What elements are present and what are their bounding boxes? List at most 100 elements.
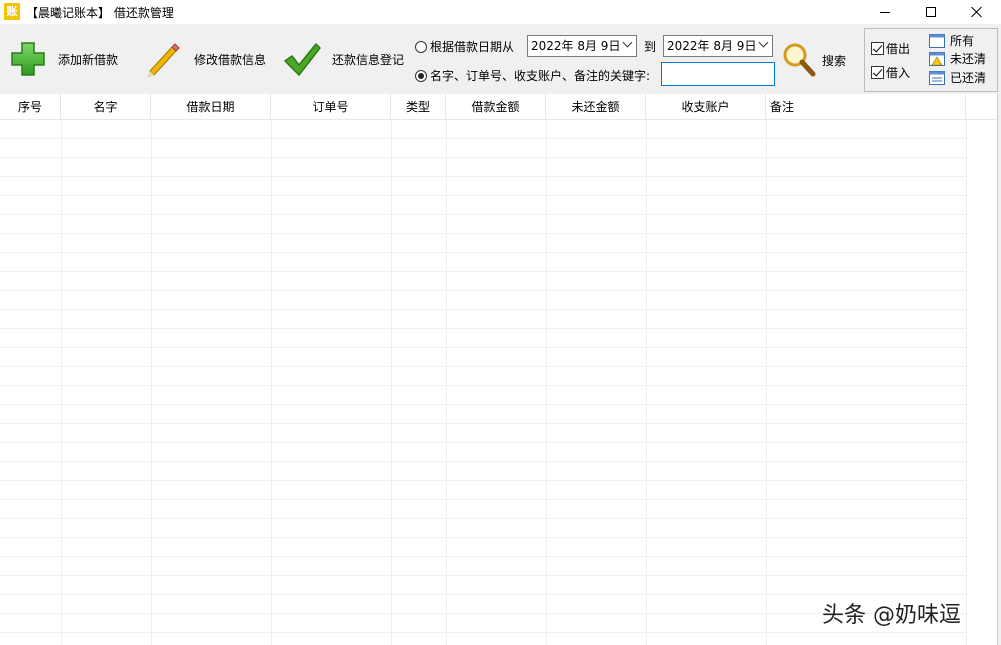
grid-row-line: [0, 442, 966, 443]
repayment-register-button[interactable]: 还款信息登记: [282, 36, 404, 82]
grid-row-line: [0, 404, 966, 405]
type-status-filter-panel: 借出 借入 所有 未还清 已还清: [864, 28, 998, 92]
grid-column-line: [151, 120, 152, 645]
column-header-remarks[interactable]: 备注: [766, 94, 966, 120]
column-header-type[interactable]: 类型: [391, 94, 446, 120]
checkbox-box: [871, 42, 884, 55]
grid-column-line: [271, 120, 272, 645]
grid-row-line: [0, 499, 966, 500]
search-button[interactable]: 搜索: [780, 40, 846, 80]
app-icon: 账: [4, 3, 20, 20]
grid-column-line: [646, 120, 647, 645]
pencil-icon: [148, 43, 180, 77]
done-list-icon: [929, 70, 945, 85]
status-unpaid-option[interactable]: 未还清: [929, 50, 986, 67]
filter-by-keyword-radio[interactable]: 名字、订单号、收支账户、备注的关键字:: [415, 67, 650, 84]
status-paid-label: 已还清: [950, 71, 987, 85]
status-all-option[interactable]: 所有: [929, 32, 974, 49]
grid-column-line: [61, 120, 62, 645]
keyword-input[interactable]: [661, 62, 775, 86]
borrow-label: 借入: [886, 66, 911, 80]
grid-column-line: [966, 120, 967, 645]
borrow-checkbox[interactable]: 借入: [871, 64, 910, 81]
date-from-value: 2022年 8月 9日: [531, 39, 621, 53]
close-icon: [971, 6, 983, 18]
warning-list-icon: [929, 51, 945, 66]
grid-column-line: [766, 120, 767, 645]
grid-row-line: [0, 309, 966, 310]
grid-row-line: [0, 632, 966, 633]
grid-row-line: [0, 138, 966, 139]
minimize-button[interactable]: [862, 0, 908, 24]
search-label: 搜索: [822, 53, 847, 68]
date-to-picker[interactable]: 2022年 8月 9日: [663, 35, 773, 57]
grid-row-line: [0, 518, 966, 519]
minimize-icon: [880, 11, 890, 13]
add-loan-button[interactable]: 添加新借款: [8, 36, 118, 82]
lend-checkbox[interactable]: 借出: [871, 40, 910, 57]
grid-row-line: [0, 423, 966, 424]
watermark: 头条 @奶味逗: [822, 603, 961, 628]
title-bar: 账 【晨曦记账本】 借还款管理: [0, 0, 1001, 24]
grid-row-line: [0, 290, 966, 291]
edit-loan-button[interactable]: 修改借款信息: [144, 36, 266, 82]
column-header-outstanding-amount[interactable]: 未还金额: [546, 94, 646, 120]
checkmark-icon: [284, 43, 321, 76]
add-loan-label: 添加新借款: [58, 52, 119, 67]
table-header: 序号 名字 借款日期 订单号 类型 借款金额 未还金额 收支账户 备注: [0, 94, 997, 120]
grid-column-line: [391, 120, 392, 645]
date-from-picker[interactable]: 2022年 8月 9日: [527, 35, 637, 57]
checkbox-box: [871, 66, 884, 79]
loan-table[interactable]: 序号 名字 借款日期 订单号 类型 借款金额 未还金额 收支账户 备注: [0, 94, 997, 645]
table-body: [0, 120, 997, 645]
column-header-index[interactable]: 序号: [0, 94, 61, 120]
chevron-down-icon: [622, 37, 633, 48]
grid-row-line: [0, 176, 966, 177]
column-header-order-number[interactable]: 订单号: [271, 94, 391, 120]
plus-icon: [11, 42, 45, 76]
grid-row-line: [0, 575, 966, 576]
status-paid-option[interactable]: 已还清: [929, 69, 986, 86]
filter-by-date-radio[interactable]: 根据借款日期从: [415, 38, 514, 55]
date-range-to-label: 到: [644, 40, 657, 54]
magnifier-icon: [783, 43, 816, 77]
grid-row-line: [0, 556, 966, 557]
filter-by-date-label: 根据借款日期从: [430, 40, 515, 54]
window-title: 【晨曦记账本】 借还款管理: [26, 6, 174, 20]
maximize-icon: [926, 7, 936, 17]
grid-row-line: [0, 157, 966, 158]
close-button[interactable]: [954, 0, 1000, 24]
grid-row-line: [0, 328, 966, 329]
status-unpaid-label: 未还清: [950, 52, 987, 66]
grid-row-line: [0, 366, 966, 367]
column-header-name[interactable]: 名字: [61, 94, 151, 120]
grid-row-line: [0, 233, 966, 234]
window-right-edge: [997, 94, 1001, 645]
grid-row-line: [0, 271, 966, 272]
grid-column-line: [446, 120, 447, 645]
grid-row-line: [0, 461, 966, 462]
date-to-value: 2022年 8月 9日: [667, 39, 757, 53]
grid-row-line: [0, 480, 966, 481]
column-header-loan-date[interactable]: 借款日期: [151, 94, 271, 120]
maximize-button[interactable]: [908, 0, 954, 24]
filter-by-keyword-label: 名字、订单号、收支账户、备注的关键字:: [430, 69, 651, 83]
grid-row-line: [0, 385, 966, 386]
column-header-loan-amount[interactable]: 借款金额: [446, 94, 546, 120]
repayment-register-label: 还款信息登记: [332, 52, 405, 67]
column-header-account[interactable]: 收支账户: [646, 94, 766, 120]
toolbar: 添加新借款 修改借款信息 还款信息登记 根据借款日期从 2022年 8月 9日 …: [0, 24, 1001, 94]
lend-label: 借出: [886, 42, 911, 56]
grid-row-line: [0, 252, 966, 253]
grid-row-line: [0, 537, 966, 538]
edit-loan-label: 修改借款信息: [194, 52, 267, 67]
window-list-icon: [929, 33, 945, 48]
chevron-down-icon: [758, 37, 769, 48]
grid-row-line: [0, 214, 966, 215]
radio-circle: [415, 40, 427, 53]
grid-row-line: [0, 347, 966, 348]
grid-column-line: [546, 120, 547, 645]
status-all-label: 所有: [950, 34, 975, 48]
grid-row-line: [0, 594, 966, 595]
grid-row-line: [0, 195, 966, 196]
